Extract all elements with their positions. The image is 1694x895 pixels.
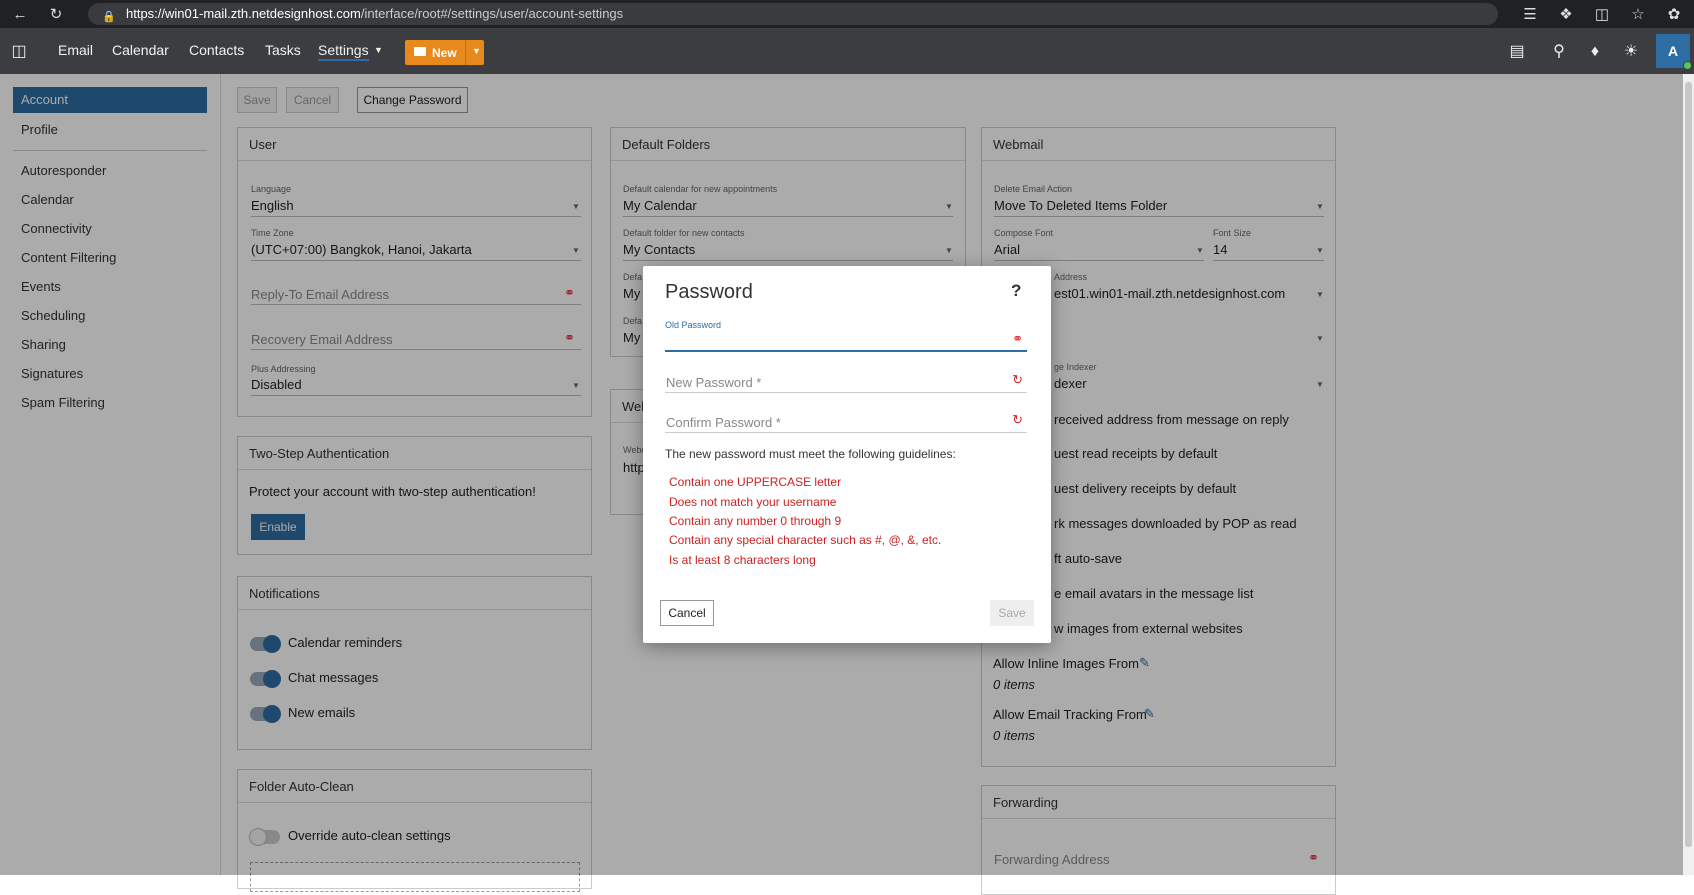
old-password-field[interactable]: Old Password ⚭ — [665, 318, 1027, 352]
app-header: ◫ Email Calendar Contacts Tasks Settings… — [0, 28, 1694, 74]
rule-number: Contain any number 0 through 9 — [669, 514, 842, 528]
back-icon[interactable]: ← — [10, 4, 30, 24]
dialog-title: Password — [665, 281, 753, 303]
page-scrollbar[interactable] — [1683, 74, 1694, 875]
scrollbar-thumb[interactable] — [1685, 82, 1692, 847]
new-button-label: New — [432, 46, 457, 60]
url-host: https://win01-mail.zth.netdesignhost.com — [126, 6, 361, 21]
envelope-icon — [414, 47, 426, 56]
new-button[interactable]: New ▼ — [405, 40, 484, 65]
browser-toolbar: ← ↻ 🔒 https://win01-mail.zth.netdesignho… — [0, 0, 1694, 28]
generate-password-icon[interactable]: ↻ — [1012, 412, 1023, 428]
rule-username: Does not match your username — [669, 495, 837, 509]
chat-icon[interactable]: ▤ — [1506, 41, 1528, 63]
settings-caret-icon[interactable]: ▼ — [374, 45, 383, 55]
lock-icon: 🔒 — [102, 11, 116, 23]
search-icon[interactable]: ⚲ — [1548, 41, 1570, 63]
avatar-initial: A — [1667, 43, 1679, 59]
split-view-icon[interactable]: ◫ — [1592, 4, 1612, 24]
reload-icon[interactable]: ↻ — [46, 4, 66, 24]
rule-length: Is at least 8 characters long — [669, 553, 816, 567]
url-path: /interface/root#/settings/user/account-s… — [360, 6, 624, 21]
nav-contacts[interactable]: Contacts — [189, 42, 244, 58]
nav-email[interactable]: Email — [58, 42, 93, 58]
field-underline — [665, 432, 1027, 433]
nav-settings[interactable]: Settings — [318, 42, 369, 61]
favorites-icon[interactable]: ☆ — [1628, 4, 1648, 24]
new-password-field[interactable]: New Password * ↻ — [665, 359, 1027, 393]
password-dialog: Password ? Old Password ⚭ New Password *… — [643, 266, 1051, 643]
confirm-password-placeholder: Confirm Password * — [666, 415, 781, 430]
rule-special: Contain any special character such as #,… — [669, 533, 942, 547]
dialog-cancel-button[interactable]: Cancel — [660, 600, 714, 626]
generate-password-icon[interactable]: ↻ — [1012, 372, 1023, 388]
help-icon[interactable]: ? — [1011, 281, 1021, 301]
sidebar-toggle-icon[interactable]: ◫ — [8, 41, 30, 63]
field-underline — [665, 392, 1027, 393]
address-bar[interactable]: 🔒 https://win01-mail.zth.netdesignhost.c… — [88, 3, 1498, 25]
new-password-placeholder: New Password * — [666, 375, 762, 390]
avatar[interactable]: A — [1656, 34, 1692, 70]
translate-icon[interactable]: ☰ — [1520, 4, 1540, 24]
extensions-icon[interactable]: ❖ — [1556, 4, 1576, 24]
field-underline — [665, 350, 1027, 352]
dialog-save-button[interactable]: Save — [990, 600, 1034, 626]
new-button-divider — [465, 40, 466, 65]
rule-uppercase: Contain one UPPERCASE letter — [669, 475, 842, 489]
nav-tasks[interactable]: Tasks — [265, 42, 301, 58]
bell-icon[interactable]: ♦ — [1584, 41, 1606, 63]
guidelines-text: The new password must meet the following… — [665, 447, 956, 461]
password-manager-icon[interactable]: ⚭ — [1012, 331, 1023, 347]
nav-calendar[interactable]: Calendar — [112, 42, 169, 58]
old-password-label: Old Password — [665, 320, 722, 330]
status-dot — [1683, 61, 1692, 70]
copilot-icon[interactable]: ✿ — [1664, 4, 1684, 24]
confirm-password-field[interactable]: Confirm Password * ↻ — [665, 399, 1027, 433]
theme-icon[interactable]: ☀ — [1620, 41, 1642, 63]
new-dropdown-icon[interactable]: ▼ — [472, 46, 481, 56]
